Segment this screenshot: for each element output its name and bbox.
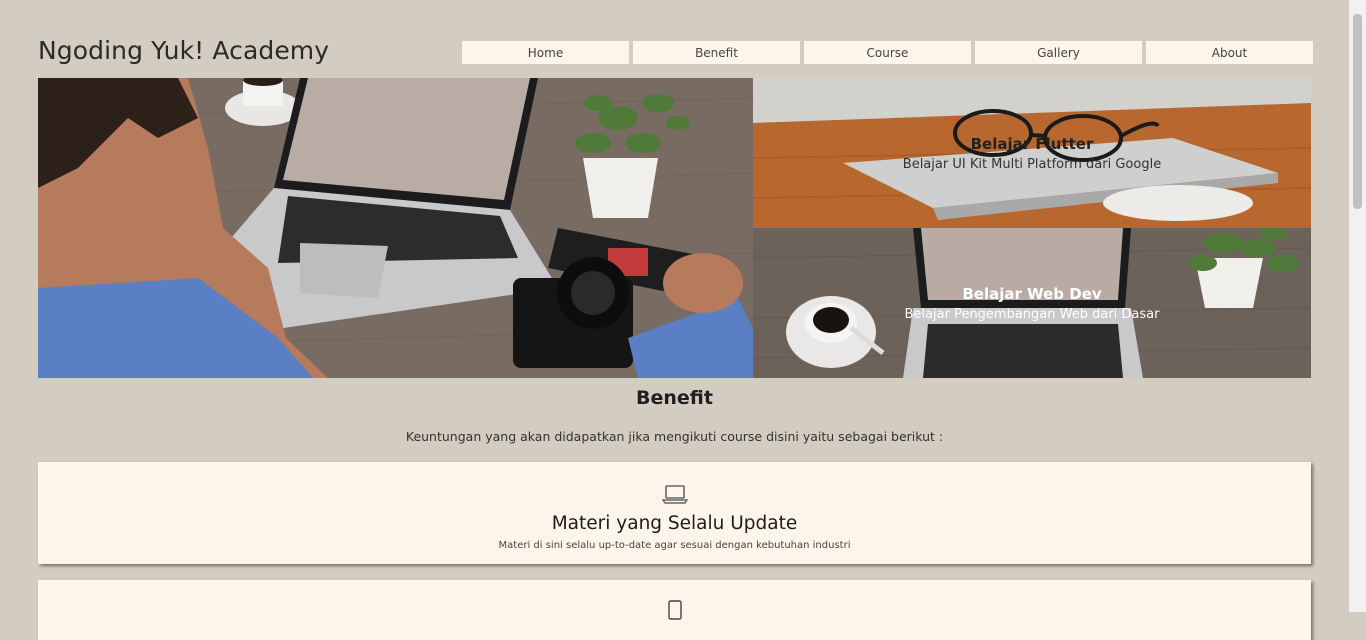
laptop-icon (661, 484, 689, 508)
flutter-card-image (753, 78, 1311, 228)
course-title: Belajar Web Dev (962, 285, 1102, 303)
nav-course[interactable]: Course (804, 41, 971, 64)
hero-grid: Belajar Flutter Belajar UI Kit Multi Pla… (38, 78, 1311, 378)
page-scrollbar[interactable] (1349, 0, 1366, 612)
nav-benefit[interactable]: Benefit (633, 41, 800, 64)
course-subtitle: Belajar Pengembangan Web dari Dasar (904, 307, 1160, 322)
webdev-card-image (753, 228, 1311, 378)
nav-gallery[interactable]: Gallery (975, 41, 1142, 64)
benefit-item-title: Materi yang Selalu Update (551, 513, 798, 534)
mobile-icon (668, 600, 682, 624)
course-subtitle: Belajar UI Kit Multi Platform dari Googl… (902, 157, 1162, 172)
benefit-card-mobile (38, 580, 1311, 640)
benefit-title: Benefit (636, 387, 713, 409)
course-title: Belajar Flutter (970, 135, 1094, 153)
main-nav: Home Benefit Course Gallery About (462, 41, 1313, 64)
course-card-flutter[interactable]: Belajar Flutter Belajar UI Kit Multi Pla… (753, 78, 1311, 228)
nav-about[interactable]: About (1146, 41, 1313, 64)
page: Ngoding Yuk! Academy Home Benefit Course… (0, 0, 1349, 640)
course-card-webdev[interactable]: Belajar Web Dev Belajar Pengembangan Web… (753, 228, 1311, 378)
nav-home[interactable]: Home (462, 41, 629, 64)
benefit-item-description: Materi di sini selalu up-to-date agar se… (498, 540, 851, 551)
brand-title[interactable]: Ngoding Yuk! Academy (38, 36, 329, 65)
benefit-description: Keuntungan yang akan didapatkan jika men… (405, 429, 944, 444)
hero-main-image (38, 78, 753, 378)
scrollbar-thumb[interactable] (1353, 14, 1362, 209)
benefit-card-update: Materi yang Selalu Update Materi di sini… (38, 462, 1311, 564)
